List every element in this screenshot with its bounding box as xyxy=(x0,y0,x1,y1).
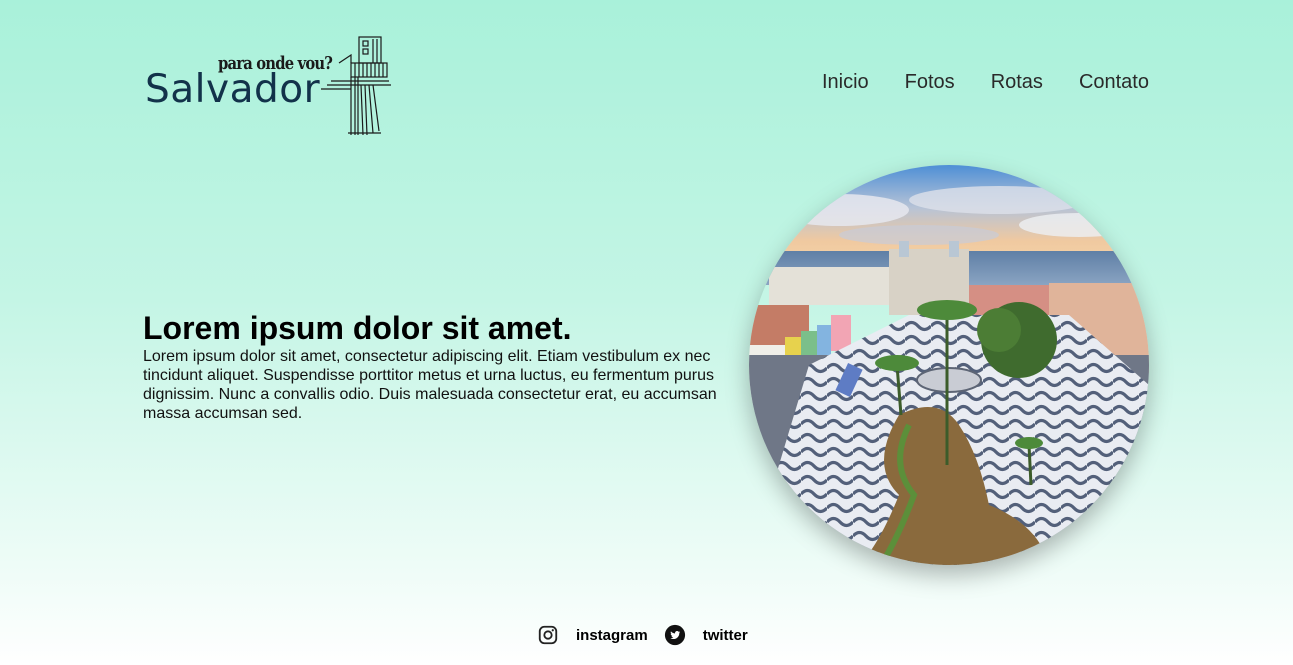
hero-photo xyxy=(749,165,1149,565)
nav-link-rotas[interactable]: Rotas xyxy=(991,71,1043,94)
instagram-icon xyxy=(537,624,559,646)
nav-link-inicio[interactable]: Inicio xyxy=(822,71,869,94)
main-nav: Inicio Fotos Rotas Contato xyxy=(822,71,1149,94)
instagram-link[interactable]: instagram xyxy=(537,624,648,646)
elevator-lacerda-icon xyxy=(321,36,391,136)
nav-link-contato[interactable]: Contato xyxy=(1079,71,1149,94)
instagram-label: instagram xyxy=(576,626,648,644)
nav-link-fotos[interactable]: Fotos xyxy=(905,71,955,94)
logo-wordmark: Salvador xyxy=(145,67,321,112)
social-links: instagram twitter xyxy=(537,624,764,646)
hero-description: Lorem ipsum dolor sit amet, consectetur … xyxy=(143,348,717,422)
twitter-link[interactable]: twitter xyxy=(664,624,748,646)
hero-title: Lorem ipsum dolor sit amet. xyxy=(143,310,572,346)
salvador-square-illustration xyxy=(749,165,1149,565)
twitter-label: twitter xyxy=(702,626,748,644)
site-logo[interactable]: para onde vou? Salvador xyxy=(143,33,393,137)
hero-section: Lorem ipsum dolor sit amet. Lorem ipsum … xyxy=(143,309,723,423)
twitter-icon xyxy=(664,624,686,646)
